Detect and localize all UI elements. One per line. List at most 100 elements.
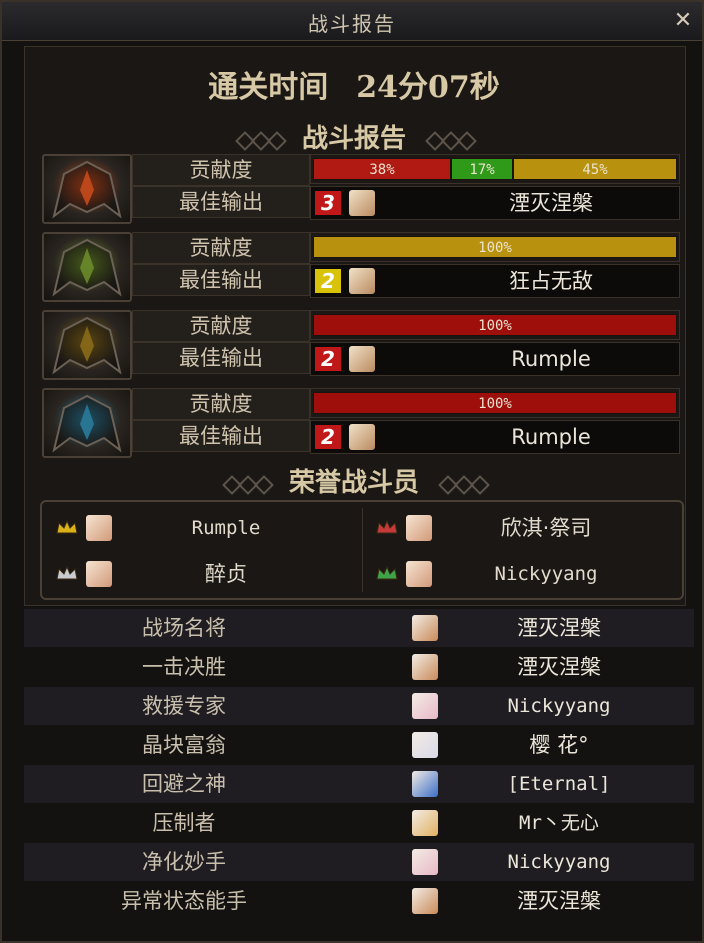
player-avatar [412,771,438,797]
best-output-label: 最佳输出 [132,420,310,452]
award-row[interactable]: 救援专家 Nickyyang [24,687,694,725]
clear-time: 通关时间 24分07秒 [26,62,682,112]
boss-row: 贡献度 最佳输出 100% 2 狂占无敌 [40,232,680,302]
best-output-box: 2 狂占无敌 [310,264,680,298]
honor-name: 醉贞 [205,562,247,586]
contribution-bar: 100% [310,388,680,418]
poison-boss-icon [42,232,132,302]
contribution-label: 贡献度 [132,388,310,420]
clear-time-value: 24分07秒 [356,70,500,105]
contribution-segment: 17% [451,158,513,180]
boss-row: 贡献度 最佳输出 100% 2 Rumple [40,388,680,458]
honor-member[interactable]: 欣淇·祭司 [376,508,666,548]
contribution-bar: 100% [310,232,680,262]
honor-name: 欣淇·祭司 [500,516,592,540]
contribution-label: 贡献度 [132,232,310,264]
player-avatar [412,849,438,875]
award-row[interactable]: 晶块富翁 樱 花° [24,726,694,764]
player-avatar [406,561,432,587]
award-title: 一击决胜 [142,655,226,679]
section-battle-report: 战斗报告 [26,118,682,154]
contribution-segment: 100% [313,236,677,258]
fire-boss-icon [42,154,132,224]
honor-name: Rumple [191,517,261,539]
ornament-right-icon [422,131,477,151]
best-player-name: 湮灭涅槃 [509,191,593,215]
rank-badge: 2 [315,269,341,293]
player-avatar [406,515,432,541]
best-output-label: 最佳输出 [132,264,310,296]
crown-icon [376,520,398,534]
award-title: 晶块富翁 [142,733,226,757]
award-row[interactable]: 压制者 Mr丶无心 [24,804,694,842]
award-row[interactable]: 异常状态能手 湮灭涅槃 [24,882,694,920]
title-bar: 战斗报告 ✕ [2,2,702,41]
section-title: 战斗报告 [301,124,406,154]
window-title: 战斗报告 [308,12,396,36]
honor-name: Nickyyang [494,563,598,585]
award-title: 异常状态能手 [121,889,247,913]
section-honor: 荣誉战斗员 [26,462,682,498]
contribution-segment: 100% [313,392,677,414]
contribution-segment: 100% [313,314,677,336]
honor-panel: Rumple 欣淇·祭司 醉贞 Nickyyang [40,500,684,600]
player-avatar [349,190,375,216]
best-output-label: 最佳输出 [132,342,310,374]
award-player: Nickyyang [507,695,611,717]
award-player: 樱 花° [529,733,589,757]
award-title: 战场名将 [142,616,226,640]
best-output-box: 3 湮灭涅槃 [310,186,680,220]
contribution-bar: 100% [310,310,680,340]
player-avatar [86,561,112,587]
award-player: 湮灭涅槃 [517,655,601,679]
award-player: Mr丶无心 [519,812,599,834]
player-avatar [349,346,375,372]
award-title: 压制者 [152,811,216,835]
player-avatar [412,810,438,836]
clear-time-label: 通关时间 [208,70,329,105]
player-avatar [412,654,438,680]
rank-badge: 2 [315,425,341,449]
award-row[interactable]: 战场名将 湮灭涅槃 [24,609,694,647]
ice-boss-icon [42,388,132,458]
ornament-right-icon [435,475,490,495]
player-avatar [349,424,375,450]
award-row[interactable]: 一击决胜 湮灭涅槃 [24,648,694,686]
crown-icon [376,566,398,580]
ornament-left-icon [219,475,274,495]
divider [362,508,363,592]
player-avatar [349,268,375,294]
boss-row: 贡献度 最佳输出 38% 17% 45% 3 湮灭涅槃 [40,154,680,224]
honor-member[interactable]: Rumple [56,508,346,548]
player-avatar [412,888,438,914]
best-player-name: Rumple [511,425,591,449]
crown-icon [56,520,78,534]
crown-icon [56,566,78,580]
award-title: 救援专家 [142,694,226,718]
award-player: [Eternal] [507,773,611,795]
contribution-bar: 38% 17% 45% [310,154,680,184]
award-row[interactable]: 净化妙手 Nickyyang [24,843,694,881]
award-player: 湮灭涅槃 [517,616,601,640]
best-output-box: 2 Rumple [310,342,680,376]
rank-badge: 3 [315,191,341,215]
award-player: 湮灭涅槃 [517,889,601,913]
player-avatar [86,515,112,541]
best-player-name: Rumple [511,347,591,371]
rank-badge: 2 [315,347,341,371]
section-title: 荣誉战斗员 [288,468,419,498]
best-output-box: 2 Rumple [310,420,680,454]
contribution-label: 贡献度 [132,310,310,342]
honor-member[interactable]: Nickyyang [376,554,666,594]
award-row[interactable]: 回避之神 [Eternal] [24,765,694,803]
player-avatar [412,732,438,758]
best-output-label: 最佳输出 [132,186,310,218]
contribution-segment: 45% [513,158,677,180]
boss-row: 贡献度 最佳输出 100% 2 Rumple [40,310,680,380]
award-title: 回避之神 [142,772,226,796]
honor-member[interactable]: 醉贞 [56,554,346,594]
player-avatar [412,693,438,719]
close-icon[interactable]: ✕ [670,8,696,34]
contribution-label: 贡献度 [132,154,310,186]
contribution-segment: 38% [313,158,451,180]
